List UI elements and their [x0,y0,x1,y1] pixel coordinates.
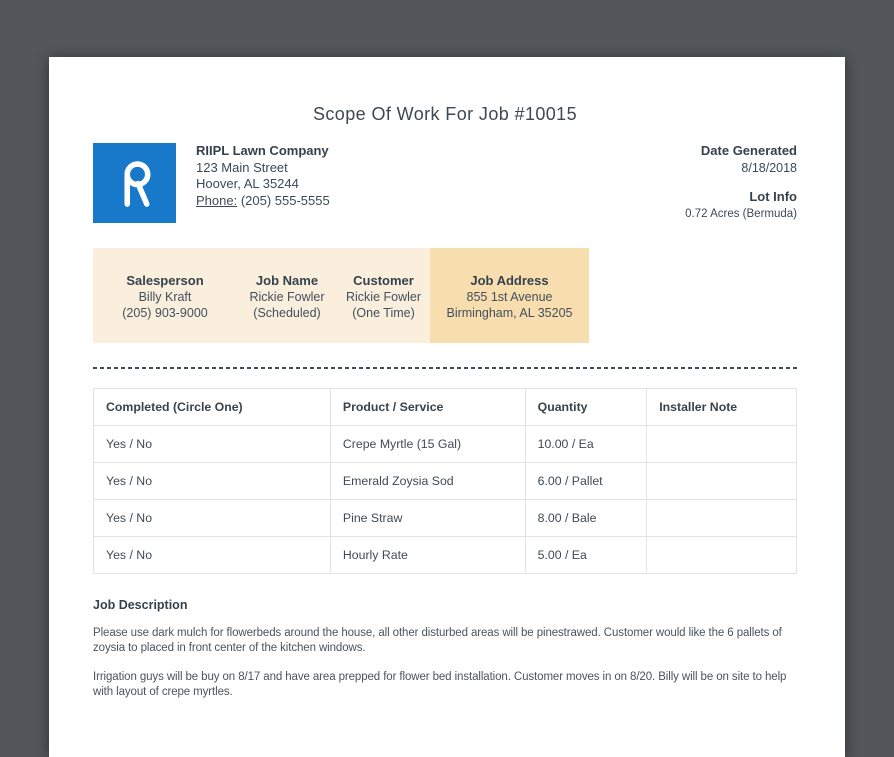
job-description-paragraph: Irrigation guys will be buy on 8/17 and … [93,671,787,698]
table-body: Yes / No Crepe Myrtle (15 Gal) 10.00 / Ea Y… [93,425,797,574]
job-name-value: Rickie Fowler [249,290,325,304]
table-row: Yes / No Crepe Myrtle (15 Gal) 10.00 / Ea [93,425,797,463]
lot-info-value: 0.72 Acres (Bermuda) [685,207,797,220]
table-row: Yes / No Emerald Zoysia Sod 6.00 / Pallet [93,462,797,500]
document-meta: Date Generated 8/18/2018 Lot Info 0.72 A… [685,143,797,222]
lot-info-label: Lot Info [749,189,797,204]
table-row: Yes / No Pine Straw 8.00 / Bale [93,499,797,537]
company-name: RIIPL Lawn Company [196,143,329,158]
job-description-paragraphs: Please use dark mulch for flowerbeds aro… [93,626,797,700]
customer-name: Rickie Fowler [345,290,421,304]
table-cell: Yes / No [93,536,331,574]
job-info-customer: Customer Rickie Fowler (One Time) [337,248,430,343]
table-header-row: Completed (Circle One) Product / Service… [93,388,797,426]
job-address-line2: Birmingham, AL 35205 [446,306,573,320]
job-name-label: Job Name [255,273,319,288]
header-product-service: Product / Service [329,388,526,426]
customer-type: (One Time) [352,306,415,320]
job-info-band: Salesperson Billy Kraft (205) 903-9000 J… [93,248,797,343]
job-name-status: (Scheduled) [253,306,321,320]
table-cell: Emerald Zoysia Sod [329,462,526,500]
page-title: Scope Of Work For Job #10015 [313,104,577,124]
document-page: Scope Of Work For Job #10015 RIIPL Lawn … [49,57,845,757]
company-address-line2: Hoover, AL 35244 [196,176,299,191]
table-cell: Yes / No [93,425,331,463]
phone-label: Phone: [196,192,238,208]
table-cell [646,536,797,574]
salesperson-phone: (205) 903-9000 [122,306,208,320]
job-description-paragraph: Please use dark mulch for flowerbeds aro… [93,627,782,654]
table-cell: Yes / No [93,462,331,500]
salesperson-label: Salesperson [126,273,204,288]
company-phone: Phone: (205) 555-5555 [196,193,330,210]
customer-label: Customer [353,273,414,288]
salesperson-name: Billy Kraft [138,290,192,304]
dashed-divider [93,367,797,369]
table-cell: 8.00 / Bale [524,499,648,537]
company-address-line1: 123 Main Street [196,159,288,175]
table-cell: 10.00 / Ea [524,425,648,463]
table-cell [646,462,797,500]
job-address-line1: 855 1st Avenue [466,290,553,304]
company-logo [93,143,176,223]
table-cell: Crepe Myrtle (15 Gal) [329,425,526,463]
table-cell: Yes / No [93,499,331,537]
table-cell: Pine Straw [329,499,526,537]
scope-of-work-table: Completed (Circle One) Product / Service… [93,388,797,574]
table-row: Yes / No Hourly Rate 5.00 / Ea [93,536,797,574]
document-header: RIIPL Lawn Company 123 Main Street Hoove… [93,143,797,223]
phone-number: (205) 555-5555 [240,192,330,208]
company-info: RIIPL Lawn Company 123 Main Street Hoove… [196,143,330,209]
header-installer-note: Installer Note [646,388,797,426]
table-cell: 5.00 / Ea [524,536,648,574]
job-description-heading: Job Description [93,598,188,612]
table-cell [646,499,797,537]
job-info-job-address: Job Address 855 1st Avenue Birmingham, A… [430,248,589,343]
date-generated-value: 8/18/2018 [741,160,797,175]
job-info-job-name: Job Name Rickie Fowler (Scheduled) [237,248,337,343]
header-completed: Completed (Circle One) [93,388,331,426]
table-cell: Hourly Rate [329,536,526,574]
logo-r-icon [123,161,150,207]
header-quantity: Quantity [524,388,648,426]
table-cell: 6.00 / Pallet [524,462,648,500]
job-info-salesperson: Salesperson Billy Kraft (205) 903-9000 [93,248,237,343]
date-generated-label: Date Generated [700,143,797,158]
table-cell [646,425,797,463]
job-address-label: Job Address [470,273,549,288]
